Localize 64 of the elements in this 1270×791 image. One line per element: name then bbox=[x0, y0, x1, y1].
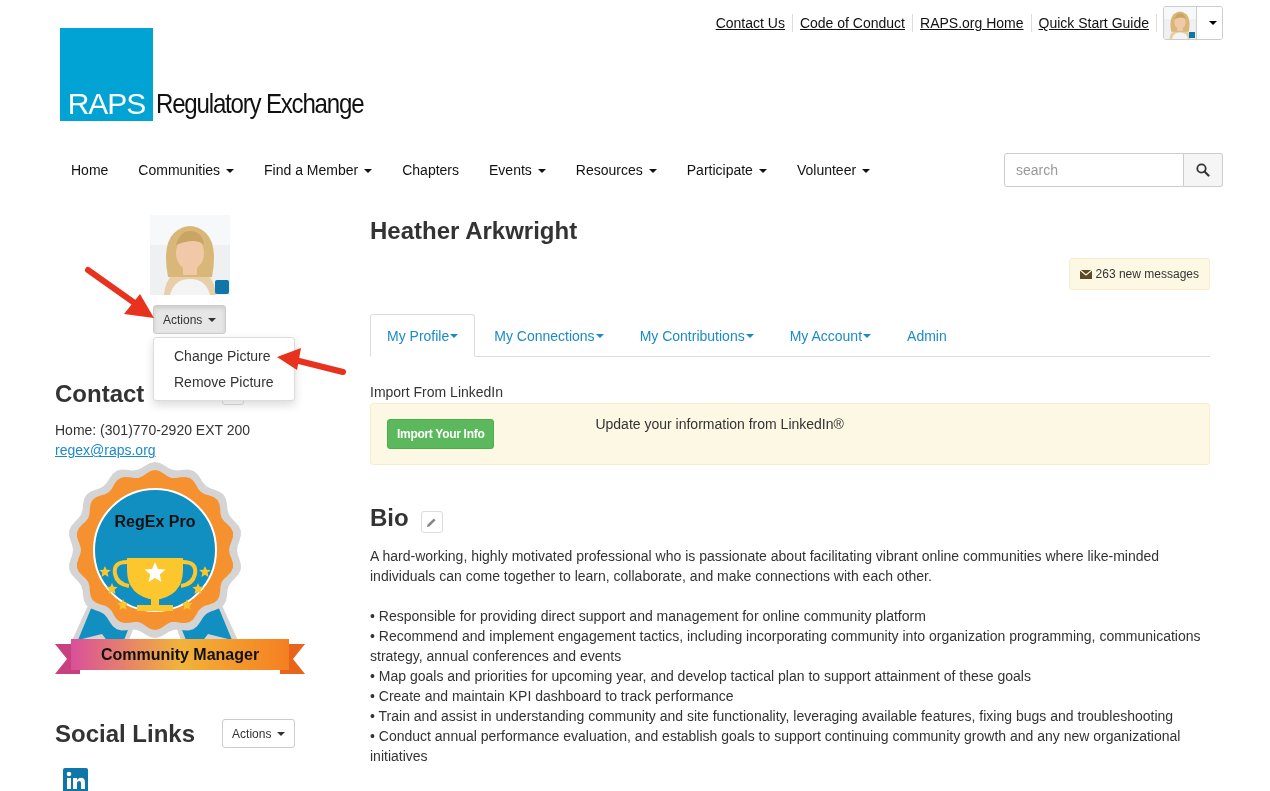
pointer-arrow bbox=[275, 346, 347, 378]
phone-text: Home: (301)770-2920 EXT 200 bbox=[55, 421, 252, 441]
bio-item: • Map goals and priorities for upcoming year, and develop tactical plan to support attainment of these goals bbox=[370, 667, 1032, 687]
profile-name: Heather Arkwright bbox=[370, 218, 579, 245]
nav-item[interactable]: Chapters bbox=[388, 162, 474, 178]
envelope-icon bbox=[1079, 269, 1092, 279]
caret-icon bbox=[862, 169, 871, 174]
caret-icon bbox=[208, 317, 217, 322]
nav-item[interactable]: Home bbox=[56, 162, 123, 178]
header-link[interactable]: Contact Us bbox=[715, 14, 793, 32]
header-link[interactable]: Code of Conduct bbox=[792, 14, 913, 32]
linkedin-icon[interactable] bbox=[63, 768, 88, 791]
messages-badge[interactable]: 263 new messages bbox=[1068, 258, 1210, 291]
nav-item[interactable]: Find a Member bbox=[250, 162, 387, 178]
edit-button[interactable] bbox=[420, 511, 443, 534]
search-field[interactable]: search bbox=[1004, 153, 1184, 187]
caret-icon bbox=[364, 169, 373, 174]
caret-icon bbox=[226, 169, 235, 174]
search-button[interactable] bbox=[1184, 153, 1223, 187]
bio-item: • Create and maintain KPI dashboard to track performance bbox=[370, 687, 735, 707]
email-link[interactable]: regex@raps.org bbox=[55, 440, 156, 461]
account-menu[interactable] bbox=[1163, 6, 1223, 40]
linkedin-icon bbox=[215, 280, 229, 294]
caret-icon bbox=[277, 731, 286, 736]
section-heading: Bio bbox=[370, 505, 409, 532]
nav-item[interactable]: Resources bbox=[561, 162, 671, 178]
nav-item[interactable]: Volunteer bbox=[782, 162, 885, 178]
search-icon bbox=[1196, 163, 1210, 177]
bio-text: A hard-working, highly motivated professional who is passionate about facilitating vibrant online communities where like-minded individuals can come together to learn, collaborate, and make connections with each other. bbox=[370, 547, 1161, 587]
caret-icon bbox=[648, 169, 657, 174]
caret-icon bbox=[450, 333, 459, 338]
nav-item[interactable]: Communities bbox=[124, 162, 249, 178]
nav-item[interactable]: Events bbox=[475, 162, 560, 178]
tab[interactable]: My Contributions bbox=[622, 314, 771, 358]
menu-item[interactable]: Remove Picture bbox=[174, 369, 274, 395]
actions-button[interactable]: Actions bbox=[153, 305, 227, 334]
menu-item[interactable]: Change Picture bbox=[174, 343, 271, 369]
caret-icon bbox=[758, 169, 767, 174]
badge-title: RegEx Pro bbox=[113, 513, 197, 532]
logo-text[interactable]: Regulatory Exchange bbox=[156, 90, 364, 121]
bio-item: • Conduct annual performance evaluation, and establish goals to support continuing community growth and any new organizational initiatives bbox=[370, 727, 1182, 767]
section-heading: Contact bbox=[55, 381, 145, 408]
bio-item: • Responsible for providing direct support and management for online community platform bbox=[370, 607, 927, 627]
pencil-icon bbox=[426, 516, 438, 528]
caret-icon bbox=[595, 333, 604, 338]
tab[interactable]: My Profile bbox=[370, 314, 476, 358]
ribbon-text: Community Manager bbox=[99, 646, 261, 665]
caret-icon bbox=[537, 169, 546, 174]
tab[interactable]: My Connections bbox=[477, 314, 621, 358]
header-link[interactable]: RAPS.org Home bbox=[913, 14, 1032, 32]
nav-item[interactable]: Participate bbox=[672, 162, 781, 178]
bio-item: • Train and assist in understanding community and site functionality, leveraging available features, fixing bugs and troubleshooting bbox=[370, 707, 1175, 727]
actions-button[interactable]: Actions bbox=[222, 719, 296, 749]
section-label: Import From LinkedIn bbox=[370, 384, 505, 401]
header-link[interactable]: Quick Start Guide bbox=[1031, 14, 1157, 32]
import-text: Update your information from LinkedIn® bbox=[595, 415, 844, 435]
tab[interactable]: My Account bbox=[772, 314, 889, 358]
caret-icon bbox=[745, 333, 754, 338]
bio-item: • Recommend and implement engagement tactics, including incorporating community into organization programming, communications strategy, annual conferences and events bbox=[370, 627, 1202, 667]
section-heading: Social Links bbox=[55, 720, 196, 748]
dropdown-button[interactable] bbox=[1196, 7, 1222, 39]
caret-icon bbox=[1208, 21, 1217, 25]
tab[interactable]: Admin bbox=[890, 314, 964, 358]
caret-icon bbox=[863, 333, 872, 338]
